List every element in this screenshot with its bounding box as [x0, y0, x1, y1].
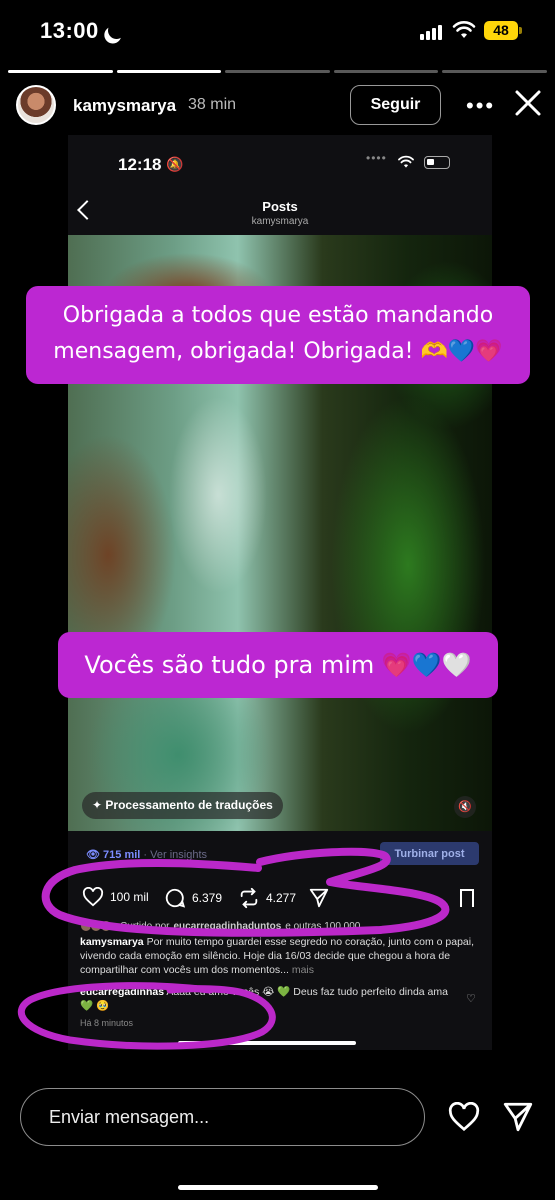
page-title: Posts [262, 199, 298, 214]
story-progress-fill [8, 70, 113, 73]
likes-count: 100 mil [110, 890, 149, 904]
bell-muted-icon: 🔕 [166, 156, 184, 172]
liked-by-prefix: Curtido por [120, 920, 170, 932]
repost-icon [240, 887, 258, 909]
post-actions: 100 mil 6.379 4.277 [82, 887, 478, 913]
send-icon[interactable] [501, 1100, 535, 1134]
repost-action[interactable]: 4.277 [238, 887, 296, 909]
heart-icon[interactable] [447, 1102, 481, 1132]
follow-button[interactable]: Seguir [350, 85, 441, 125]
moon-icon [106, 20, 128, 42]
liked-by-row[interactable]: Curtido por eucarregadinhaduntos e outra… [80, 920, 360, 932]
inner-home-indicator [178, 1041, 356, 1045]
translation-chip-label: Processamento de traduções [105, 798, 273, 812]
bookmark-icon[interactable] [460, 889, 474, 912]
close-icon[interactable] [512, 87, 544, 119]
share-action[interactable] [308, 887, 330, 909]
story-content-screenshot: 12:18 🔕 •••• Posts kamysmarya ✦ Processa… [68, 135, 492, 1050]
comment-time: Há 8 minutos [80, 1018, 134, 1028]
mini-avatar [100, 920, 112, 932]
wifi-icon [452, 21, 476, 38]
liked-by-suffix: e outras 100.000 [285, 920, 361, 932]
page-subtitle: kamysmarya [251, 216, 309, 227]
send-icon [309, 888, 329, 908]
comment-item: eucarregadinhas Aaaa eu amo vocês 😭 💚 De… [80, 985, 460, 1013]
heart-icon [82, 887, 104, 907]
insights-row[interactable]: 👁 715 mil · Ver insights [86, 848, 207, 861]
reposts-count: 4.277 [266, 891, 297, 905]
story-progress-segment [116, 70, 222, 73]
story-progress-segment [8, 70, 113, 73]
eye-icon: 👁 [86, 849, 100, 861]
story-progress-fill [116, 70, 222, 73]
caption-username[interactable]: kamysmarya [80, 936, 144, 948]
status-time: 13:00 [40, 18, 99, 43]
inner-wifi-icon [398, 155, 414, 168]
translation-chip[interactable]: ✦ Processamento de traduções [82, 792, 283, 819]
comment-icon [165, 888, 186, 908]
text-sticker-thanks: Obrigada a todos que estão mandando mens… [26, 286, 530, 384]
boost-post-button[interactable]: Turbinar post [380, 842, 479, 865]
story-username[interactable]: kamysmarya [73, 96, 176, 116]
caption-more-link[interactable]: mais [292, 964, 314, 976]
text-sticker-love: Vocês são tudo pra mim 💗💙🤍 [58, 632, 498, 698]
view-insights-link[interactable]: Ver insights [150, 849, 207, 861]
battery-level: 48 [493, 22, 509, 38]
story-progress-segment [225, 70, 330, 73]
inner-status-time: 12:18 [118, 155, 162, 174]
avatar[interactable] [16, 85, 56, 125]
cellular-signal-icon [420, 24, 446, 40]
story-progress-segment [333, 70, 439, 73]
views-count: 715 mil [103, 849, 141, 861]
home-indicator [178, 1185, 378, 1190]
comment-username[interactable]: eucarregadinhas [80, 986, 164, 998]
story-progress [8, 70, 547, 73]
comment-like-icon[interactable]: ♡ [466, 992, 476, 1005]
inner-battery-icon [424, 156, 450, 169]
post-caption: kamysmarya Por muito tempo guardei esse … [80, 935, 480, 977]
liked-by-user[interactable]: eucarregadinhaduntos [173, 921, 281, 932]
mute-icon[interactable]: 🔇 [454, 796, 476, 818]
like-action[interactable]: 100 mil [82, 887, 149, 907]
message-input[interactable] [20, 1088, 425, 1146]
story-progress-segment [442, 70, 547, 73]
comments-count: 6.379 [192, 891, 223, 905]
inner-signal-icon: •••• [366, 151, 387, 165]
more-options-icon[interactable]: ••• [466, 93, 495, 119]
status-bar: 13:00 48 [0, 0, 555, 62]
battery-icon: 48 [484, 21, 522, 40]
story-time-ago: 38 min [188, 96, 237, 113]
comment-action[interactable]: 6.379 [164, 887, 222, 909]
story-header: kamysmarya 38 min Seguir ••• [0, 83, 555, 129]
